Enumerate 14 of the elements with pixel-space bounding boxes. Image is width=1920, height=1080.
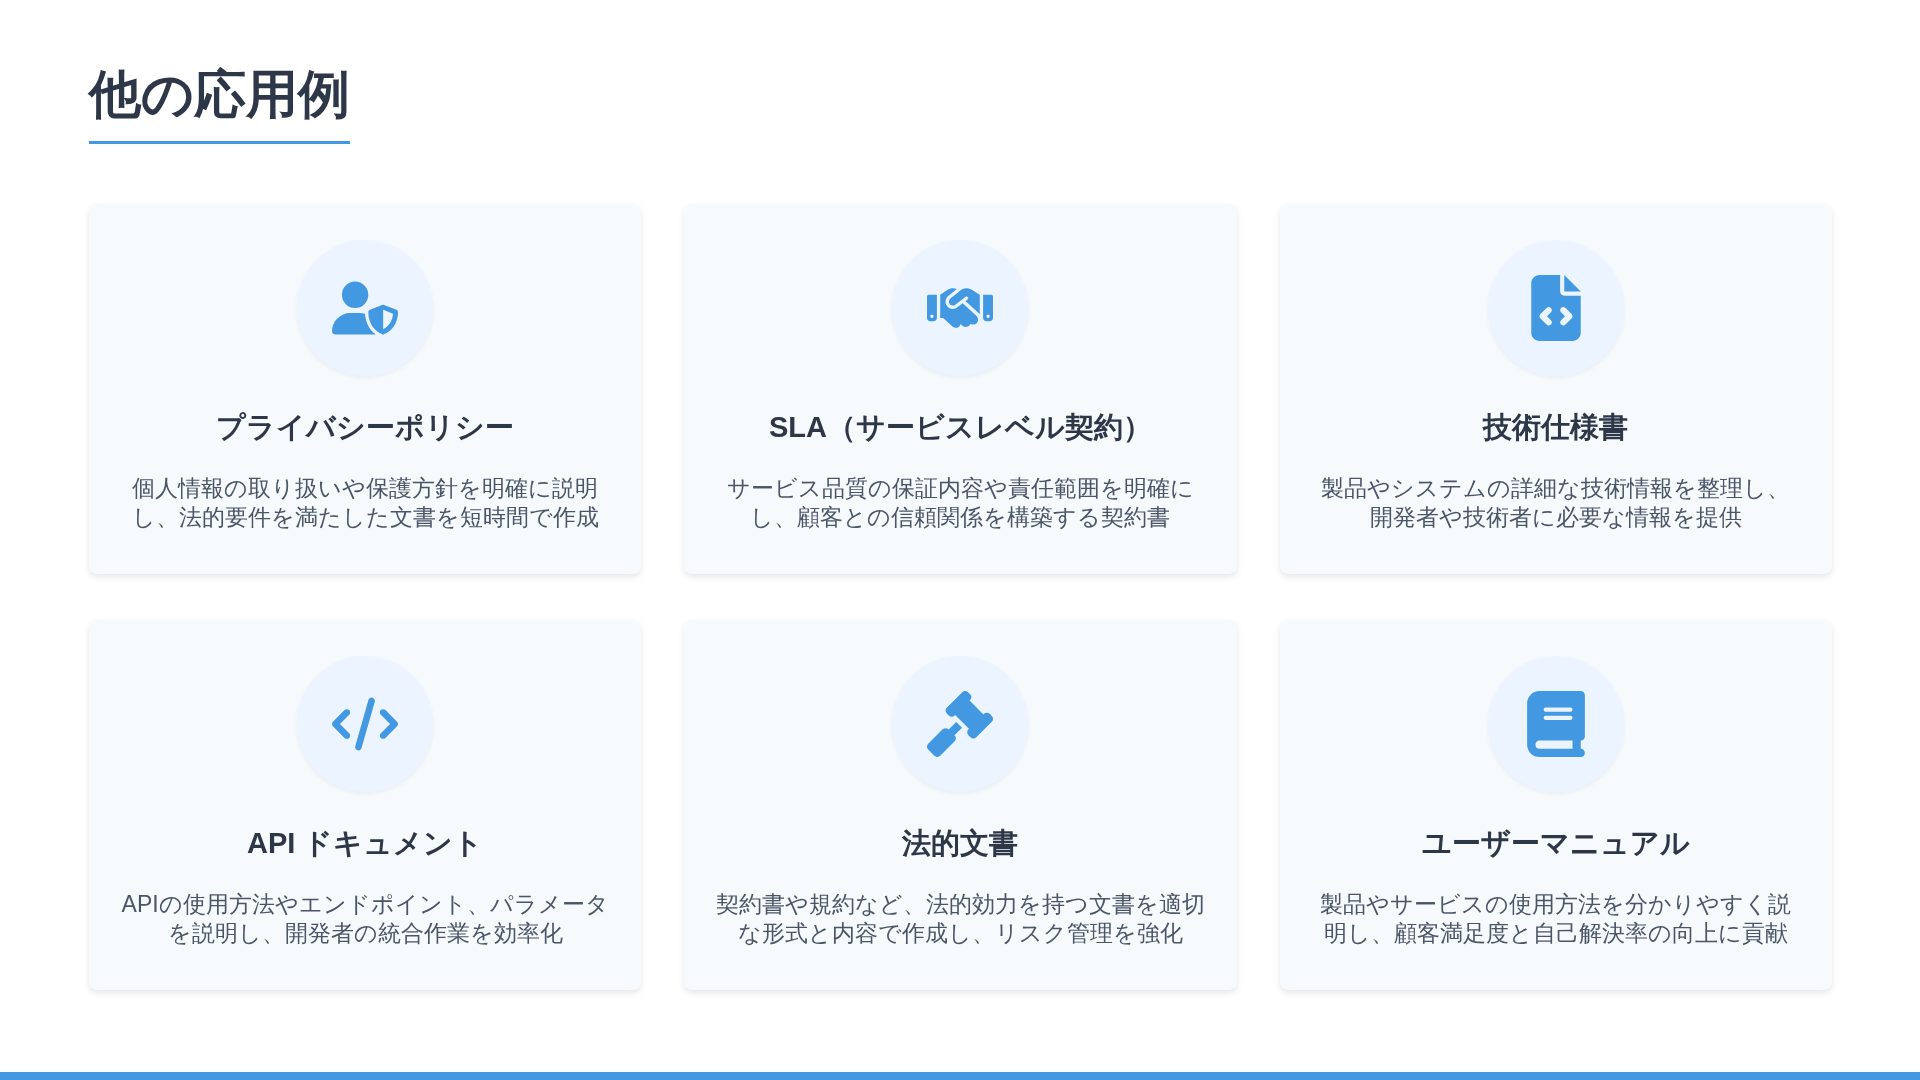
- card-description: 個人情報の取り扱いや保護方針を明確に説明し、法的要件を満たした文書を短時間で作成: [130, 473, 600, 532]
- card-title: ユーザーマニュアル: [1421, 826, 1690, 861]
- card-description: 製品やシステムの詳細な技術情報を整理し、開発者や技術者に必要な情報を提供: [1320, 473, 1792, 532]
- gavel-icon: [927, 691, 994, 757]
- card-title: プライバシーポリシー: [216, 410, 515, 445]
- card-description: 製品やサービスの使用方法を分かりやすく説明し、顧客満足度と自己解決率の向上に貢献: [1319, 889, 1793, 948]
- card-title: 技術仕様書: [1483, 410, 1629, 445]
- card-description: 契約書や規約など、法的効力を持つ文書を適切な形式と内容で作成し、リスク管理を強化: [715, 889, 1206, 948]
- card-title: SLA（サービスレベル契約）: [769, 410, 1152, 445]
- card-description: サービス品質の保証内容や責任範囲を明確にし、顧客との信頼関係を構築する契約書: [726, 473, 1195, 532]
- card-description: APIの使用方法やエンドポイント、パラメータを説明し、開発者の統合作業を効率化: [120, 889, 610, 948]
- page-title: 他の応用例: [89, 62, 350, 144]
- card-title: 法的文書: [902, 826, 1019, 861]
- card-title: API ドキュメント: [246, 826, 484, 861]
